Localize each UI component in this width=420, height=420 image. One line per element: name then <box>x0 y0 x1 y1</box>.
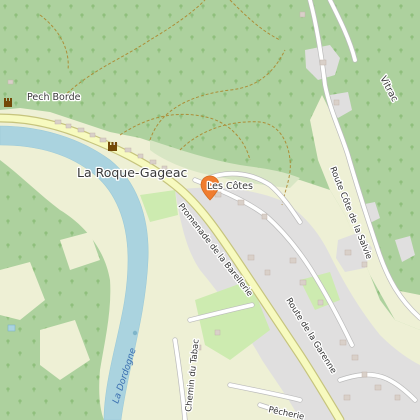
map-canvas[interactable]: Pech Borde La Roque-Gageac Les Côtes Vit… <box>0 0 420 420</box>
waterway-marker-icon <box>132 330 138 336</box>
label-les-cotes: Les Côtes <box>207 181 253 192</box>
swimming-pool <box>7 324 16 332</box>
castle-icon[interactable] <box>4 98 12 107</box>
label-pech-borde: Pech Borde <box>27 92 81 103</box>
label-la-roque-gageac: La Roque-Gageac <box>77 165 188 180</box>
castle-icon[interactable] <box>108 142 117 151</box>
